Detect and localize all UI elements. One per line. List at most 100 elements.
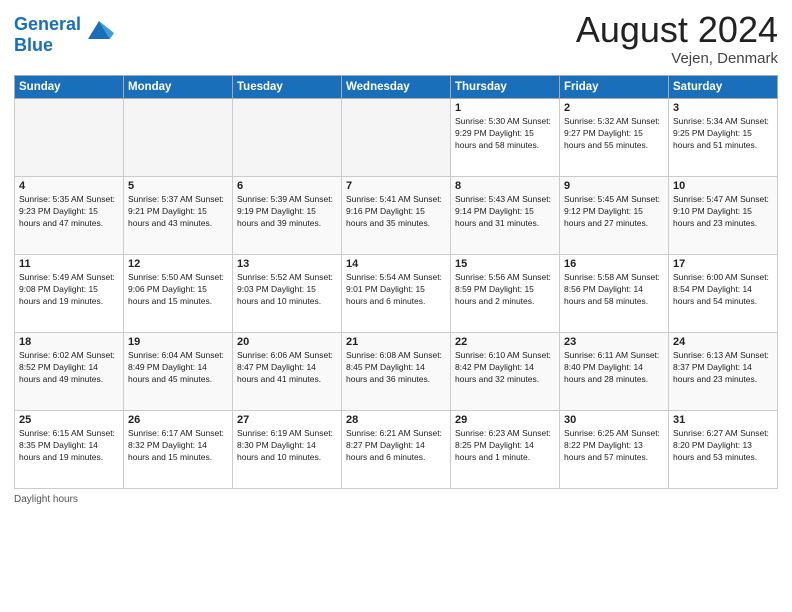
day-info: Sunrise: 5:39 AM Sunset: 9:19 PM Dayligh… <box>237 193 337 230</box>
day-info: Sunrise: 5:32 AM Sunset: 9:27 PM Dayligh… <box>564 115 664 152</box>
logo-general: General <box>14 14 81 34</box>
table-row: 7Sunrise: 5:41 AM Sunset: 9:16 PM Daylig… <box>342 176 451 254</box>
day-info: Sunrise: 5:34 AM Sunset: 9:25 PM Dayligh… <box>673 115 773 152</box>
table-row: 31Sunrise: 6:27 AM Sunset: 8:20 PM Dayli… <box>669 410 778 488</box>
day-number: 1 <box>455 102 555 114</box>
day-number: 26 <box>128 414 228 426</box>
day-info: Sunrise: 6:13 AM Sunset: 8:37 PM Dayligh… <box>673 349 773 386</box>
day-info: Sunrise: 5:30 AM Sunset: 9:29 PM Dayligh… <box>455 115 555 152</box>
table-row <box>233 98 342 176</box>
day-number: 28 <box>346 414 446 426</box>
footer: Daylight hours <box>14 494 778 505</box>
day-number: 27 <box>237 414 337 426</box>
table-row <box>124 98 233 176</box>
day-number: 23 <box>564 336 664 348</box>
day-number: 16 <box>564 258 664 270</box>
day-info: Sunrise: 5:49 AM Sunset: 9:08 PM Dayligh… <box>19 271 119 308</box>
table-row: 27Sunrise: 6:19 AM Sunset: 8:30 PM Dayli… <box>233 410 342 488</box>
day-number: 6 <box>237 180 337 192</box>
table-row: 23Sunrise: 6:11 AM Sunset: 8:40 PM Dayli… <box>560 332 669 410</box>
table-row: 28Sunrise: 6:21 AM Sunset: 8:27 PM Dayli… <box>342 410 451 488</box>
logo: General Blue <box>14 14 114 55</box>
month-year-title: August 2024 <box>576 10 778 50</box>
day-number: 15 <box>455 258 555 270</box>
day-number: 22 <box>455 336 555 348</box>
day-number: 29 <box>455 414 555 426</box>
logo-blue: Blue <box>14 35 53 55</box>
day-number: 24 <box>673 336 773 348</box>
calendar-week-row: 4Sunrise: 5:35 AM Sunset: 9:23 PM Daylig… <box>15 176 778 254</box>
day-number: 18 <box>19 336 119 348</box>
day-info: Sunrise: 6:25 AM Sunset: 8:22 PM Dayligh… <box>564 427 664 464</box>
table-row: 21Sunrise: 6:08 AM Sunset: 8:45 PM Dayli… <box>342 332 451 410</box>
day-info: Sunrise: 5:52 AM Sunset: 9:03 PM Dayligh… <box>237 271 337 308</box>
day-info: Sunrise: 6:02 AM Sunset: 8:52 PM Dayligh… <box>19 349 119 386</box>
day-number: 4 <box>19 180 119 192</box>
table-row: 18Sunrise: 6:02 AM Sunset: 8:52 PM Dayli… <box>15 332 124 410</box>
day-number: 30 <box>564 414 664 426</box>
table-row <box>15 98 124 176</box>
table-row: 22Sunrise: 6:10 AM Sunset: 8:42 PM Dayli… <box>451 332 560 410</box>
day-info: Sunrise: 5:58 AM Sunset: 8:56 PM Dayligh… <box>564 271 664 308</box>
header-friday: Friday <box>560 75 669 98</box>
table-row: 16Sunrise: 5:58 AM Sunset: 8:56 PM Dayli… <box>560 254 669 332</box>
location-subtitle: Vejen, Denmark <box>576 50 778 67</box>
day-number: 7 <box>346 180 446 192</box>
day-number: 2 <box>564 102 664 114</box>
header-monday: Monday <box>124 75 233 98</box>
day-info: Sunrise: 6:27 AM Sunset: 8:20 PM Dayligh… <box>673 427 773 464</box>
table-row: 20Sunrise: 6:06 AM Sunset: 8:47 PM Dayli… <box>233 332 342 410</box>
calendar-week-row: 25Sunrise: 6:15 AM Sunset: 8:35 PM Dayli… <box>15 410 778 488</box>
day-number: 10 <box>673 180 773 192</box>
day-info: Sunrise: 5:41 AM Sunset: 9:16 PM Dayligh… <box>346 193 446 230</box>
day-number: 8 <box>455 180 555 192</box>
day-info: Sunrise: 6:00 AM Sunset: 8:54 PM Dayligh… <box>673 271 773 308</box>
day-info: Sunrise: 6:23 AM Sunset: 8:25 PM Dayligh… <box>455 427 555 464</box>
day-info: Sunrise: 6:11 AM Sunset: 8:40 PM Dayligh… <box>564 349 664 386</box>
table-row <box>342 98 451 176</box>
table-row: 19Sunrise: 6:04 AM Sunset: 8:49 PM Dayli… <box>124 332 233 410</box>
calendar-table: Sunday Monday Tuesday Wednesday Thursday… <box>14 75 778 489</box>
day-number: 9 <box>564 180 664 192</box>
table-row: 25Sunrise: 6:15 AM Sunset: 8:35 PM Dayli… <box>15 410 124 488</box>
table-row: 9Sunrise: 5:45 AM Sunset: 9:12 PM Daylig… <box>560 176 669 254</box>
weekday-header-row: Sunday Monday Tuesday Wednesday Thursday… <box>15 75 778 98</box>
day-info: Sunrise: 5:47 AM Sunset: 9:10 PM Dayligh… <box>673 193 773 230</box>
table-row: 15Sunrise: 5:56 AM Sunset: 8:59 PM Dayli… <box>451 254 560 332</box>
table-row: 4Sunrise: 5:35 AM Sunset: 9:23 PM Daylig… <box>15 176 124 254</box>
day-number: 12 <box>128 258 228 270</box>
logo-icon <box>84 15 114 45</box>
day-info: Sunrise: 6:19 AM Sunset: 8:30 PM Dayligh… <box>237 427 337 464</box>
table-row: 1Sunrise: 5:30 AM Sunset: 9:29 PM Daylig… <box>451 98 560 176</box>
daylight-label: Daylight hours <box>14 494 78 505</box>
table-row: 24Sunrise: 6:13 AM Sunset: 8:37 PM Dayli… <box>669 332 778 410</box>
day-info: Sunrise: 6:10 AM Sunset: 8:42 PM Dayligh… <box>455 349 555 386</box>
table-row: 13Sunrise: 5:52 AM Sunset: 9:03 PM Dayli… <box>233 254 342 332</box>
day-info: Sunrise: 6:06 AM Sunset: 8:47 PM Dayligh… <box>237 349 337 386</box>
day-number: 3 <box>673 102 773 114</box>
calendar-week-row: 18Sunrise: 6:02 AM Sunset: 8:52 PM Dayli… <box>15 332 778 410</box>
table-row: 8Sunrise: 5:43 AM Sunset: 9:14 PM Daylig… <box>451 176 560 254</box>
day-info: Sunrise: 6:15 AM Sunset: 8:35 PM Dayligh… <box>19 427 119 464</box>
day-number: 20 <box>237 336 337 348</box>
day-info: Sunrise: 5:37 AM Sunset: 9:21 PM Dayligh… <box>128 193 228 230</box>
logo-text: General Blue <box>14 14 81 55</box>
header-saturday: Saturday <box>669 75 778 98</box>
table-row: 29Sunrise: 6:23 AM Sunset: 8:25 PM Dayli… <box>451 410 560 488</box>
table-row: 2Sunrise: 5:32 AM Sunset: 9:27 PM Daylig… <box>560 98 669 176</box>
table-row: 5Sunrise: 5:37 AM Sunset: 9:21 PM Daylig… <box>124 176 233 254</box>
title-block: August 2024 Vejen, Denmark <box>576 10 778 67</box>
calendar-week-row: 1Sunrise: 5:30 AM Sunset: 9:29 PM Daylig… <box>15 98 778 176</box>
day-number: 13 <box>237 258 337 270</box>
day-number: 25 <box>19 414 119 426</box>
header-tuesday: Tuesday <box>233 75 342 98</box>
day-info: Sunrise: 5:43 AM Sunset: 9:14 PM Dayligh… <box>455 193 555 230</box>
page-header: General Blue August 2024 Vejen, Denmark <box>14 10 778 67</box>
header-wednesday: Wednesday <box>342 75 451 98</box>
day-info: Sunrise: 6:08 AM Sunset: 8:45 PM Dayligh… <box>346 349 446 386</box>
day-number: 21 <box>346 336 446 348</box>
day-info: Sunrise: 6:04 AM Sunset: 8:49 PM Dayligh… <box>128 349 228 386</box>
header-sunday: Sunday <box>15 75 124 98</box>
day-number: 11 <box>19 258 119 270</box>
day-info: Sunrise: 5:50 AM Sunset: 9:06 PM Dayligh… <box>128 271 228 308</box>
